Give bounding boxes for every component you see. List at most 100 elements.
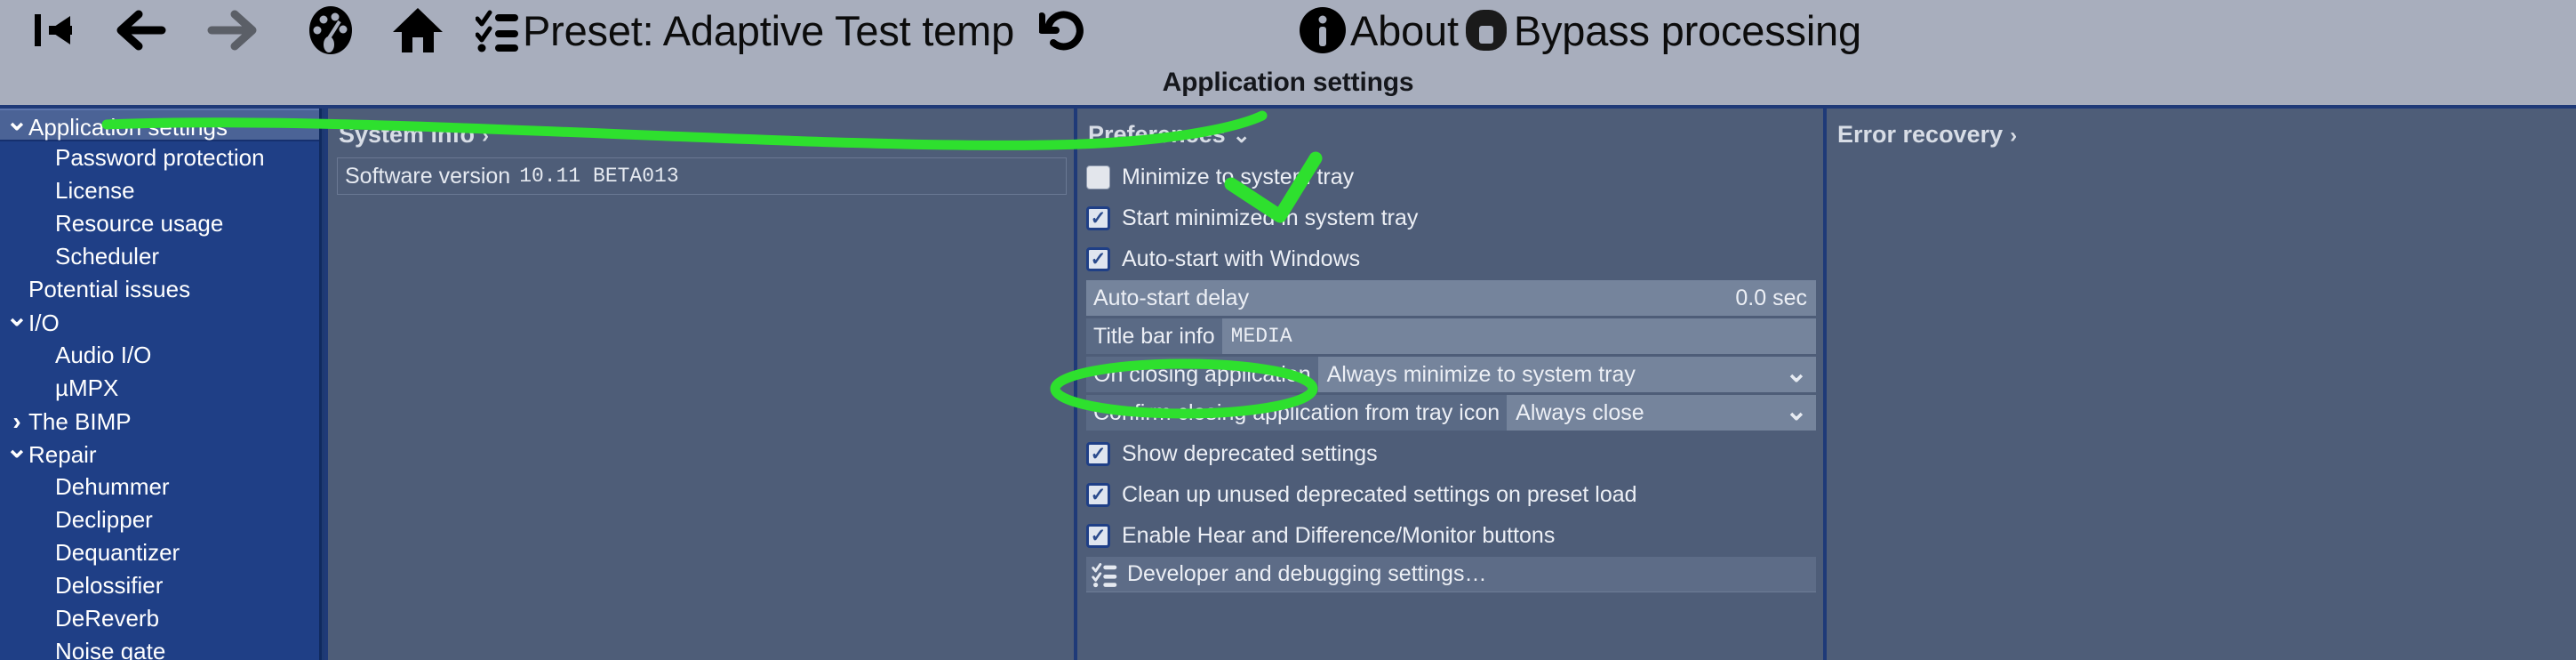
title-bar-info-value[interactable]: MEDIA — [1221, 318, 1816, 354]
checkbox-label: Minimize to system tray — [1122, 164, 1355, 189]
checkbox-enable-hear-difference[interactable]: ✓ — [1086, 523, 1110, 548]
sidebar-item-noise-gate[interactable]: Noise gate — [0, 635, 319, 660]
checkbox-minimize-to-system-tray[interactable]: ✓ — [1086, 165, 1110, 189]
info-icon[interactable] — [1295, 5, 1350, 55]
developer-and-debugging-settings-row[interactable]: Developer and debugging settings… — [1086, 557, 1816, 592]
title-bar-info-label: Title bar info — [1086, 318, 1222, 354]
checkbox-row-start-minimized[interactable]: ✓ Start minimized in system tray — [1086, 198, 1816, 237]
palette-icon[interactable] — [299, 4, 363, 56]
checkbox-row-clean-up-unused[interactable]: ✓ Clean up unused deprecated settings on… — [1086, 475, 1816, 514]
sidebar-item-label: Declipper — [55, 506, 153, 533]
chevron-down-icon[interactable]: ⌄ — [5, 432, 28, 465]
auto-start-delay-row[interactable]: Auto-start delay 0.0 sec — [1086, 280, 1816, 316]
sidebar-item-mpx[interactable]: µMPX — [0, 372, 319, 405]
system-info-title-text: System info — [339, 121, 476, 148]
sidebar-item-label: Audio I/O — [55, 342, 152, 368]
main-content: System info › Software version 10.11 BETA… — [324, 109, 2576, 660]
toolbar: Preset: Adaptive Test temp About Bypass … — [0, 0, 2576, 60]
sidebar-item-delossifier[interactable]: Delossifier — [0, 569, 319, 602]
auto-start-delay-label: Auto-start delay — [1093, 285, 1250, 310]
preferences-title-text: Preferences — [1088, 121, 1226, 148]
chevron-down-icon[interactable]: ⌄ — [5, 109, 28, 138]
confirm-closing-value: Always close — [1507, 395, 1777, 431]
sidebar-item-label: Scheduler — [55, 243, 160, 270]
checkbox-auto-start-with-windows[interactable]: ✓ — [1086, 246, 1110, 271]
software-version-value: 10.11 BETA013 — [519, 165, 679, 188]
sidebar-item-repair[interactable]: ⌄Repair — [0, 434, 319, 471]
error-recovery-title[interactable]: Error recovery › — [1827, 109, 2576, 157]
sidebar-item-label: Potential issues — [28, 276, 191, 302]
column-system-info: System info › Software version 10.11 BETA… — [324, 109, 1074, 660]
checkbox-label: Show deprecated settings — [1122, 440, 1378, 466]
page-title: Application settings — [1162, 68, 1414, 97]
checkbox-label: Start minimized in system tray — [1122, 205, 1419, 230]
on-closing-application-value: Always minimize to system tray — [1317, 357, 1777, 392]
sidebar-item-scheduler[interactable]: Scheduler — [0, 240, 319, 273]
chevron-down-icon: ⌄ — [1232, 124, 1251, 148]
sidebar-item-label: Password protection — [55, 144, 265, 171]
undo-icon[interactable] — [1036, 7, 1091, 53]
sidebar-item-label: µMPX — [55, 374, 119, 401]
checklist-icon — [1092, 561, 1118, 588]
back-arrow-icon[interactable] — [107, 9, 176, 52]
sidebar-item-dereverb[interactable]: DeReverb — [0, 602, 319, 635]
sidebar-item-dequantizer[interactable]: Dequantizer — [0, 536, 319, 569]
checkbox-row-minimize-to-system-tray[interactable]: ✓ Minimize to system tray — [1086, 157, 1816, 197]
checkbox-row-auto-start-with-windows[interactable]: ✓ Auto-start with Windows — [1086, 239, 1816, 278]
system-info-title[interactable]: System info › — [328, 109, 1074, 157]
sidebar-item-label: Delossifier — [55, 572, 164, 599]
sidebar-item-label: DeReverb — [55, 605, 160, 632]
on-closing-application-label: On closing application — [1086, 357, 1318, 392]
sidebar-item-audio-i-o[interactable]: Audio I/O — [0, 339, 319, 372]
bypass-label[interactable]: Bypass processing — [1514, 6, 1861, 55]
checkbox-show-deprecated-settings[interactable]: ✓ — [1086, 441, 1110, 466]
column-preferences: Preferences⌄ ✓ Minimize to system tray ✓… — [1074, 109, 1823, 660]
sidebar-item-i-o[interactable]: ⌄I/O — [0, 302, 319, 339]
chevron-right-icon: › — [2010, 124, 2018, 148]
chevron-down-icon[interactable]: ⌄ — [5, 301, 28, 334]
sidebar-item-label: I/O — [28, 310, 60, 336]
sidebar-item-password-protection[interactable]: Password protection — [0, 141, 319, 174]
confirm-closing-label: Confirm closing application from tray ic… — [1086, 395, 1508, 431]
go-to-start-icon[interactable] — [21, 9, 85, 52]
checkbox-clean-up-unused-deprecated[interactable]: ✓ — [1086, 482, 1110, 507]
developer-settings-label: Developer and debugging settings… — [1127, 561, 1487, 586]
confirm-closing-row[interactable]: Confirm closing application from tray ic… — [1086, 395, 1816, 431]
sidebar-item-the-bimp[interactable]: › The BIMP — [0, 405, 319, 438]
sidebar[interactable]: ⌄Application settings Password protection… — [0, 109, 322, 660]
error-recovery-title-text: Error recovery — [1837, 121, 2004, 148]
sidebar-item-potential-issues[interactable]: Potential issues — [0, 273, 319, 306]
preferences-title[interactable]: Preferences ⌄ — [1077, 109, 1823, 157]
chevron-down-icon[interactable]: ⌄ — [1777, 357, 1816, 392]
home-icon[interactable] — [384, 5, 452, 55]
software-version-label: Software version — [345, 163, 511, 189]
checkbox-start-minimized[interactable]: ✓ — [1086, 205, 1110, 230]
checkbox-row-enable-hear-difference[interactable]: ✓ Enable Hear and Difference/Monitor but… — [1086, 516, 1816, 555]
sidebar-item-label: License — [55, 177, 135, 204]
checkbox-row-show-deprecated-settings[interactable]: ✓ Show deprecated settings — [1086, 434, 1816, 473]
column-error-recovery: Error recovery › — [1823, 109, 2576, 660]
sidebar-item-declipper[interactable]: Declipper — [0, 503, 319, 536]
sidebar-item-license[interactable]: License — [0, 174, 319, 207]
software-version-row: Software version 10.11 BETA013 — [337, 157, 1067, 195]
sidebar-item-label: Application settings — [28, 114, 228, 141]
on-closing-application-row[interactable]: On closing application Always minimize t… — [1086, 357, 1816, 392]
checkbox-label: Auto-start with Windows — [1122, 245, 1361, 271]
about-label[interactable]: About — [1350, 6, 1459, 55]
sidebar-item-label: The BIMP — [28, 408, 132, 435]
chevron-down-icon[interactable]: ⌄ — [1777, 395, 1816, 431]
sidebar-item-application-settings[interactable]: ⌄Application settings — [0, 109, 319, 141]
sidebar-item-label: Repair — [28, 441, 97, 468]
sidebar-item-resource-usage[interactable]: Resource usage — [0, 207, 319, 240]
preset-label[interactable]: Preset: Adaptive Test temp — [523, 6, 1014, 55]
header-strip: Application settings — [0, 60, 2576, 109]
sidebar-item-label: Noise gate — [55, 638, 166, 660]
title-bar-info-row[interactable]: Title bar info MEDIA — [1086, 318, 1816, 354]
checkbox-label: Clean up unused deprecated settings on p… — [1122, 481, 1637, 507]
forward-arrow-icon[interactable] — [197, 9, 267, 52]
auto-start-delay-value: 0.0 sec — [1735, 285, 1807, 310]
bypass-toggle-icon[interactable] — [1459, 6, 1514, 54]
sidebar-item-dehummer[interactable]: Dehummer — [0, 471, 319, 503]
preset-list-icon[interactable] — [473, 7, 523, 53]
checkbox-label: Enable Hear and Difference/Monitor butto… — [1122, 522, 1556, 548]
